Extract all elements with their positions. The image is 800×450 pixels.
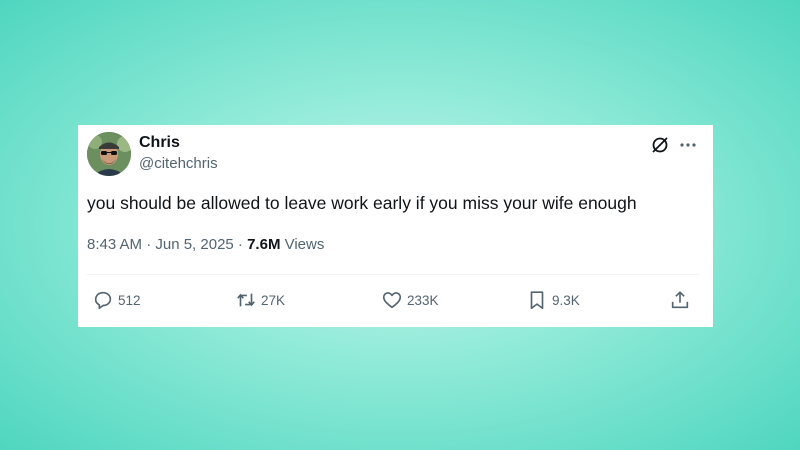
like-button[interactable]: 233K bbox=[381, 289, 439, 311]
author-name[interactable]: Chris bbox=[139, 134, 180, 152]
like-count: 233K bbox=[407, 292, 439, 308]
grok-icon[interactable] bbox=[650, 135, 670, 155]
like-icon bbox=[382, 292, 402, 309]
repost-count: 27K bbox=[261, 292, 286, 308]
repost-button[interactable]: 27K bbox=[235, 289, 285, 311]
reply-icon bbox=[94, 291, 112, 310]
bookmark-count: 9.3K bbox=[552, 292, 580, 308]
tweet-card: Chris @citehchris you should be allowed … bbox=[78, 125, 713, 327]
tweet-meta: 8:43 AM · Jun 5, 2025 · 7.6M Views bbox=[87, 236, 324, 253]
avatar[interactable] bbox=[87, 132, 131, 176]
timestamp[interactable]: 8:43 AM · Jun 5, 2025 · bbox=[87, 236, 247, 253]
tweet-text: you should be allowed to leave work earl… bbox=[87, 193, 637, 213]
bookmark-button[interactable]: 9.3K bbox=[526, 289, 580, 311]
divider bbox=[87, 274, 699, 275]
views-label: Views bbox=[280, 236, 325, 253]
reply-button[interactable]: 512 bbox=[92, 289, 141, 311]
author-handle[interactable]: @citehchris bbox=[139, 155, 218, 172]
reply-count: 512 bbox=[118, 292, 141, 308]
views-count: 7.6M bbox=[247, 236, 281, 253]
more-icon[interactable] bbox=[678, 135, 698, 155]
bookmark-icon bbox=[530, 291, 544, 310]
share-icon bbox=[671, 291, 689, 309]
share-button[interactable] bbox=[669, 289, 695, 311]
repost-icon bbox=[237, 293, 255, 307]
